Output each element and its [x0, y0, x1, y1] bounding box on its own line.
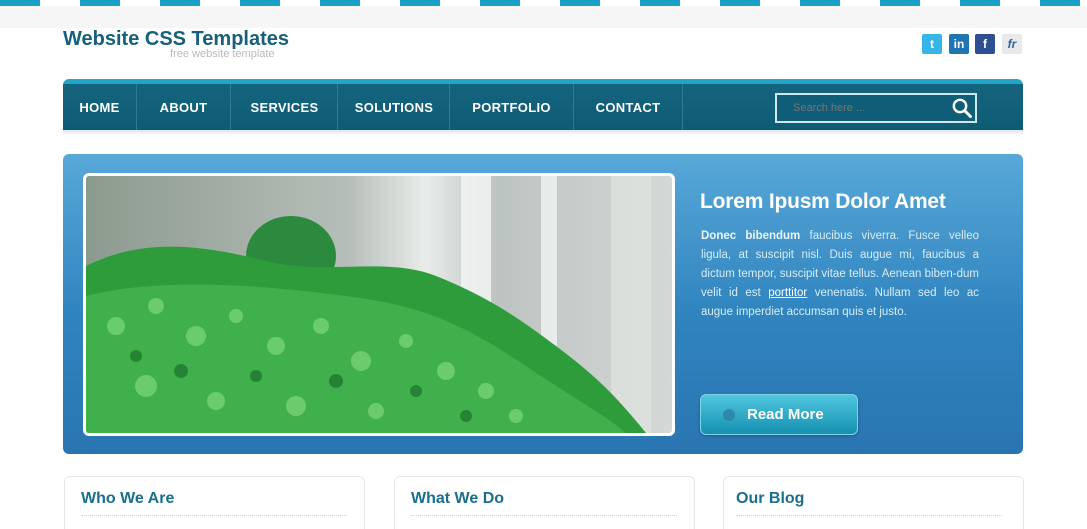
- what-we-do-box: What We Do: [394, 476, 695, 529]
- nav-shadow: [63, 130, 1023, 136]
- facebook-icon[interactable]: f: [975, 34, 995, 54]
- nav-item-about[interactable]: ABOUT: [137, 84, 230, 130]
- box-divider: [736, 515, 1002, 516]
- nav-item-solutions[interactable]: SOLUTIONS: [338, 84, 450, 130]
- read-more-button[interactable]: Read More: [700, 394, 858, 435]
- nav-item-contact[interactable]: CONTACT: [574, 84, 682, 130]
- hero-text: Donec bibendum faucibus viverra. Fusce v…: [701, 227, 979, 322]
- nav-divider: [682, 84, 683, 130]
- hero-bold-lead: Donec bibendum: [701, 230, 801, 242]
- hero-title: Lorem Ipusm Dolor Amet: [700, 190, 946, 213]
- linkedin-icon[interactable]: in: [949, 34, 969, 54]
- top-band: [0, 6, 1087, 28]
- who-we-are-box: Who We Are: [64, 476, 365, 529]
- box-title: What We Do: [411, 490, 505, 507]
- hero-image: [83, 173, 675, 436]
- search-input[interactable]: [775, 93, 977, 123]
- search-icon[interactable]: [951, 97, 973, 119]
- button-bullet-icon: [723, 409, 735, 421]
- site-logo[interactable]: Website CSS Templates free website templ…: [63, 28, 289, 60]
- read-more-label: Read More: [747, 406, 824, 423]
- our-blog-box: Our Blog: [723, 476, 1024, 529]
- nav-item-portfolio[interactable]: PORTFOLIO: [450, 84, 573, 130]
- twitter-icon[interactable]: t: [922, 34, 942, 54]
- hero-link[interactable]: porttitor: [768, 287, 807, 299]
- nav-item-home[interactable]: HOME: [63, 84, 136, 130]
- nav-item-services[interactable]: SERVICES: [231, 84, 338, 130]
- box-divider: [411, 515, 677, 516]
- box-divider: [81, 515, 347, 516]
- site-subtitle: free website template: [170, 48, 275, 60]
- box-title: Our Blog: [736, 490, 805, 507]
- friendfeed-icon[interactable]: fr: [1002, 34, 1022, 54]
- box-title: Who We Are: [81, 490, 175, 507]
